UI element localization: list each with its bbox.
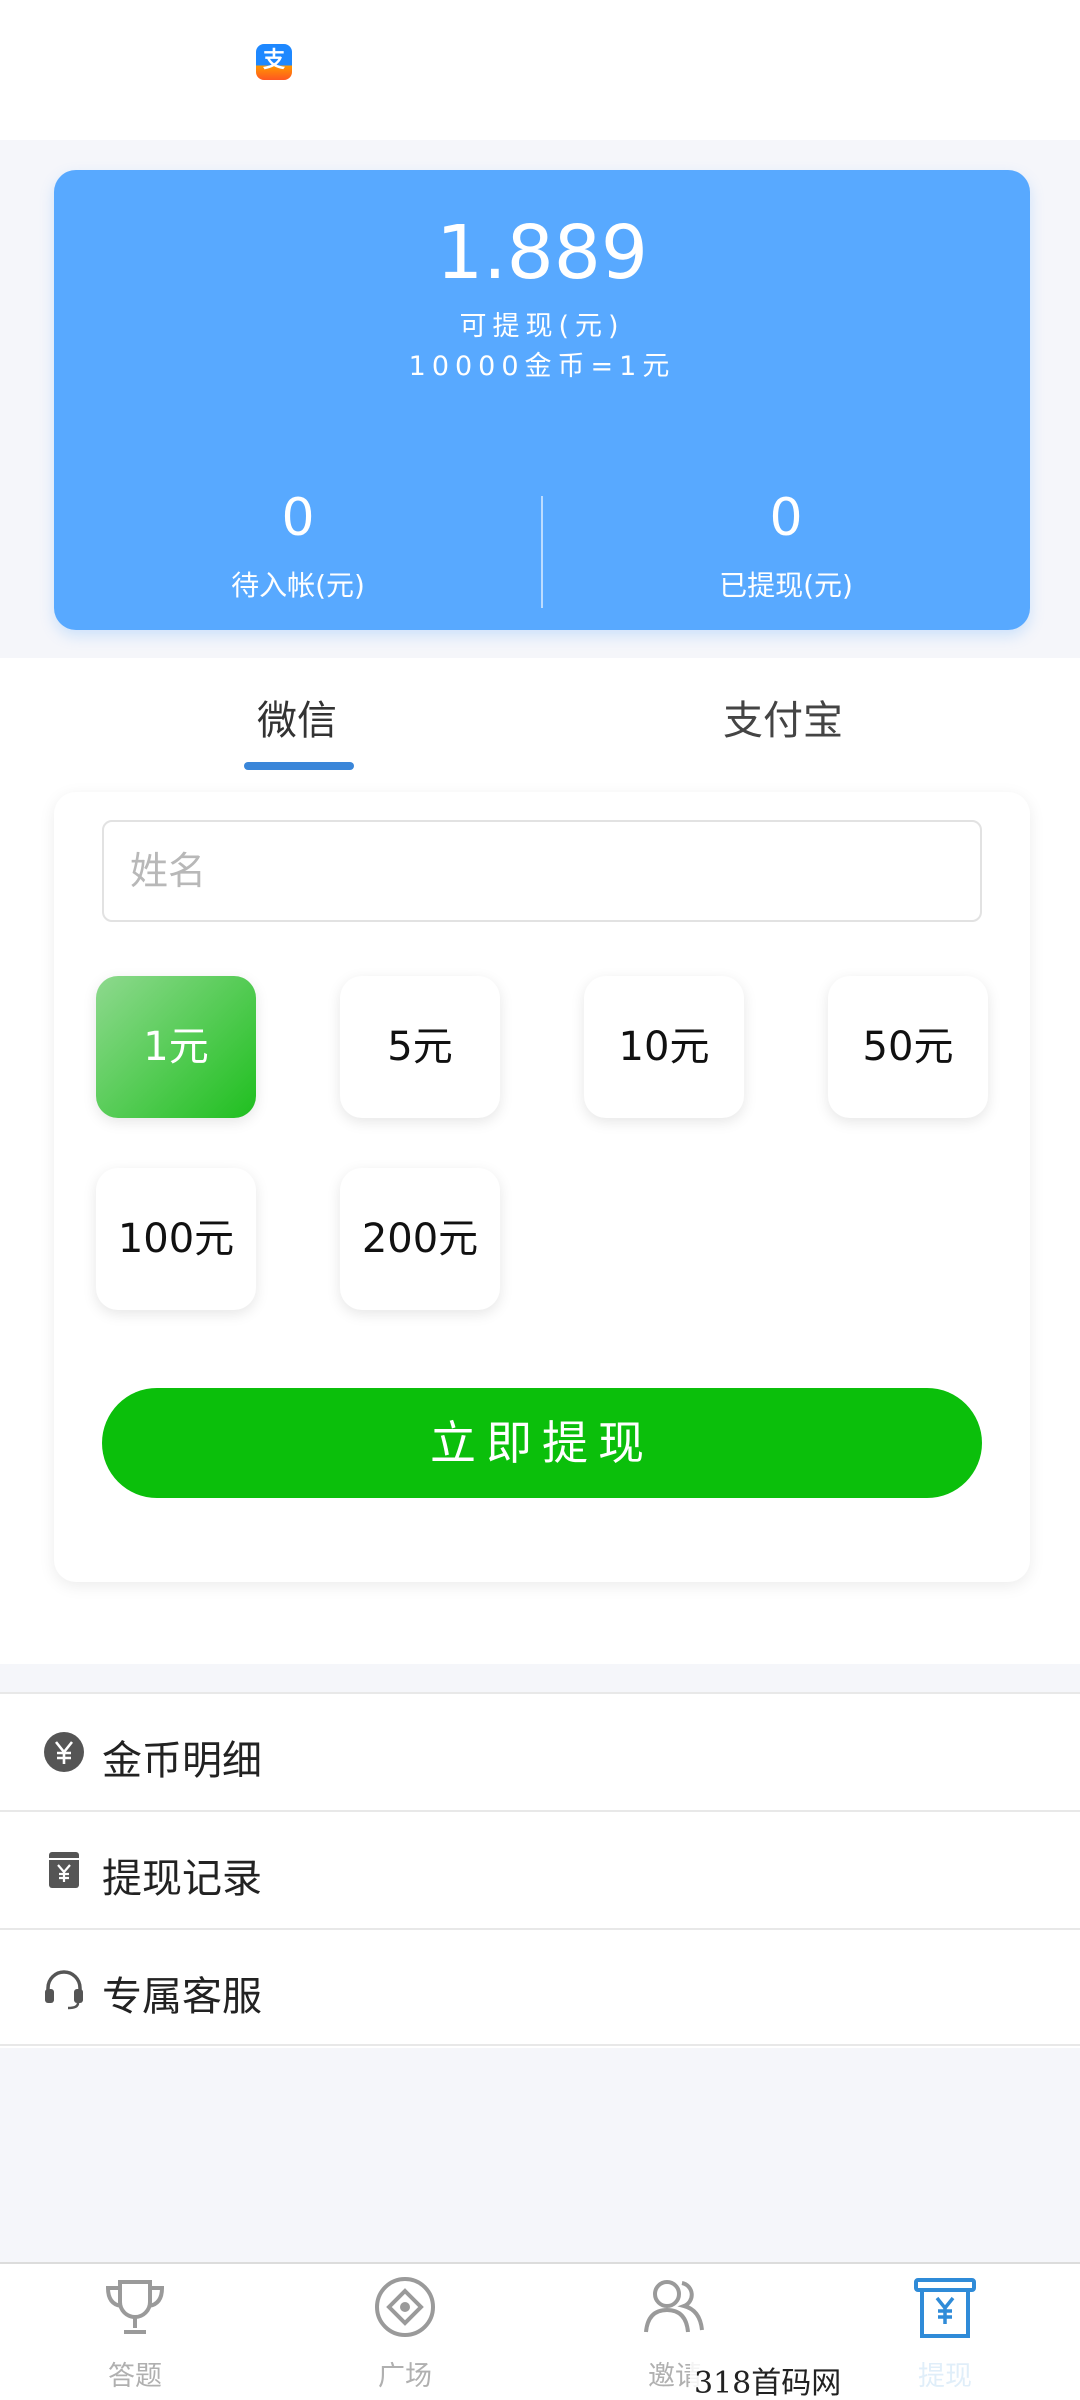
withdraw-icon xyxy=(914,2278,976,2338)
menu-item-coin-details[interactable]: 金币明细 xyxy=(0,1692,1080,1810)
amount-option-50[interactable]: 50元 xyxy=(828,976,988,1118)
trophy-icon xyxy=(105,2280,165,2334)
alipay-app-icon: 支 xyxy=(256,44,292,80)
tab-alipay[interactable]: 支付宝 xyxy=(243,688,1080,746)
status-bar: 支 xyxy=(0,0,1080,140)
watermark: 318首码网 www.e318.com xyxy=(690,2358,1080,2400)
menu-label: 专属客服 xyxy=(102,1974,262,2020)
yen-circle-icon xyxy=(44,1732,84,1772)
amount-option-100[interactable]: 100元 xyxy=(96,1168,256,1310)
menu-label: 金币明细 xyxy=(102,1738,262,1784)
headset-icon xyxy=(45,1970,83,2010)
receipt-icon xyxy=(49,1852,79,1888)
menu-label: 提现记录 xyxy=(102,1856,262,1902)
withdrawn-stat: 0 已提现(元) xyxy=(542,490,1030,604)
section-gap xyxy=(0,1664,1080,1694)
active-tab-indicator xyxy=(244,762,354,770)
amount-option-10[interactable]: 10元 xyxy=(584,976,744,1118)
amount-option-5[interactable]: 5元 xyxy=(340,976,500,1118)
empty-area xyxy=(0,2048,1080,2262)
withdrawn-value: 0 xyxy=(769,488,803,548)
available-balance: 1.889 xyxy=(436,210,648,296)
pending-label: 待入帐(元) xyxy=(231,569,365,602)
pending-stat: 0 待入帐(元) xyxy=(54,490,542,604)
tabbar-label: 答题 xyxy=(108,2361,162,2392)
users-icon xyxy=(644,2280,704,2333)
tabbar-label: 广场 xyxy=(378,2361,432,2392)
withdrawn-label: 已提现(元) xyxy=(719,569,853,602)
available-balance-label: 可提现(元) xyxy=(459,311,625,342)
exchange-rate: 10000金币=1元 xyxy=(408,351,676,382)
menu-item-withdraw-records[interactable]: 提现记录 xyxy=(0,1810,1080,1928)
tabbar-quiz[interactable]: 答题 xyxy=(0,2264,270,2400)
compass-icon xyxy=(375,2277,435,2337)
amount-option-200[interactable]: 200元 xyxy=(340,1168,500,1310)
amount-option-1[interactable]: 1元 xyxy=(96,976,256,1118)
withdraw-now-button[interactable]: 立即提现 xyxy=(102,1388,982,1498)
account-menu: 金币明细 提现记录 专属客服 xyxy=(0,1692,1080,2046)
tabbar-plaza[interactable]: 广场 xyxy=(270,2264,540,2400)
menu-item-customer-service[interactable]: 专属客服 xyxy=(0,1928,1080,2046)
withdraw-form: 1元 5元 10元 50元 100元 200元 立即提现 xyxy=(54,792,1030,1582)
balance-card: 1.889 可提现(元) 10000金币=1元 0 待入帐(元) 0 已提现(元… xyxy=(54,170,1030,630)
name-input[interactable] xyxy=(102,820,982,922)
payment-tabs: 微信 支付宝 xyxy=(0,658,1080,778)
pending-value: 0 xyxy=(281,488,315,548)
